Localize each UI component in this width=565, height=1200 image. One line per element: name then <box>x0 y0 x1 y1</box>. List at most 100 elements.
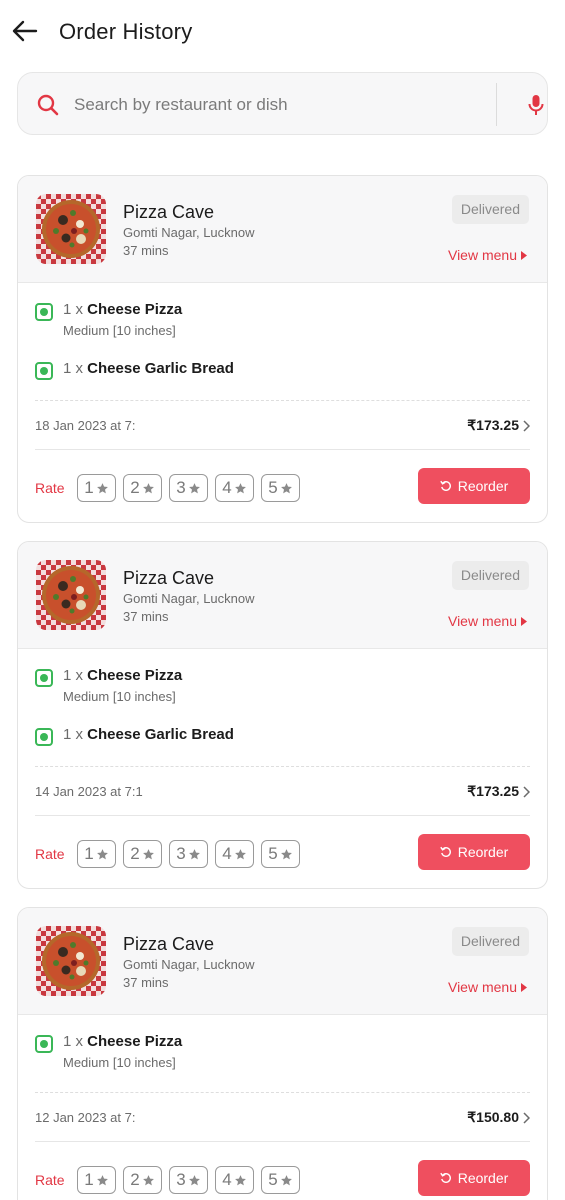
search-input[interactable] <box>74 91 484 119</box>
order-total[interactable]: ₹150.80 <box>467 1109 530 1126</box>
mic-icon[interactable] <box>527 94 545 116</box>
item-line: 1 x Cheese Pizza <box>63 301 530 318</box>
item-quantity: 1 x <box>63 360 84 377</box>
restaurant-header[interactable]: Pizza Cave Gomti Nagar, Lucknow 37 mins … <box>18 908 547 1015</box>
chevron-right-icon <box>523 785 530 798</box>
rating-button-5[interactable]: 5 <box>261 1166 300 1194</box>
search-bar[interactable] <box>17 72 548 135</box>
rating-number: 4 <box>222 478 232 497</box>
order-items: 1 x Cheese Pizza Medium [10 inches] <box>18 1015 547 1070</box>
order-item: 1 x Cheese Garlic Bread <box>35 726 530 748</box>
status-badge: Delivered <box>451 561 529 590</box>
rating-number: 1 <box>84 478 94 497</box>
item-variant: Medium [10 inches] <box>63 689 176 704</box>
view-menu-link[interactable]: View menu <box>448 247 527 263</box>
back-arrow-icon[interactable] <box>10 16 40 46</box>
order-total[interactable]: ₹173.25 <box>467 417 530 434</box>
caret-right-icon <box>521 982 527 992</box>
order-date: 18 Jan 2023 at 7: <box>35 418 136 433</box>
rating-buttons: 1 2 3 4 5 <box>77 840 300 868</box>
reorder-icon <box>439 480 451 491</box>
rating-button-5[interactable]: 5 <box>261 840 300 868</box>
order-summary-row[interactable]: 14 Jan 2023 at 7:1 ₹173.25 <box>35 767 530 816</box>
reorder-button[interactable]: Reorder <box>418 468 530 504</box>
restaurant-thumbnail <box>36 194 106 264</box>
star-icon <box>188 482 200 493</box>
reorder-label: Reorder <box>457 1170 509 1186</box>
restaurant-name: Pizza Cave <box>123 202 215 222</box>
rating-button-4[interactable]: 4 <box>215 1166 254 1194</box>
rating-buttons: 1 2 3 4 5 <box>77 474 300 502</box>
reorder-button[interactable]: Reorder <box>418 1160 530 1196</box>
rating-number: 3 <box>176 1170 186 1189</box>
order-items: 1 x Cheese Pizza Medium [10 inches] 1 x Ch… <box>18 649 547 748</box>
restaurant-location: Gomti Nagar, Lucknow <box>123 957 255 972</box>
caret-right-icon <box>521 250 527 260</box>
delivery-time: 37 mins <box>123 609 169 624</box>
rating-button-2[interactable]: 2 <box>123 840 162 868</box>
rating-button-1[interactable]: 1 <box>77 840 116 868</box>
search-icon <box>37 94 59 116</box>
restaurant-thumbnail <box>36 560 106 630</box>
order-date: 12 Jan 2023 at 7: <box>35 1110 136 1125</box>
star-icon <box>96 1174 108 1185</box>
chevron-right-icon <box>523 1111 530 1124</box>
rating-number: 2 <box>130 1170 140 1189</box>
page-title: Order History <box>59 19 193 44</box>
order-total[interactable]: ₹173.25 <box>467 783 530 800</box>
item-quantity: 1 x <box>63 726 84 743</box>
order-item: 1 x Cheese Pizza Medium [10 inches] <box>35 1033 530 1070</box>
rating-button-3[interactable]: 3 <box>169 474 208 502</box>
star-icon <box>188 1174 200 1185</box>
rating-button-4[interactable]: 4 <box>215 840 254 868</box>
rating-buttons: 1 2 3 4 5 <box>77 1166 300 1194</box>
view-menu-link[interactable]: View menu <box>448 979 527 995</box>
view-menu-link[interactable]: View menu <box>448 613 527 629</box>
order-total-value: ₹150.80 <box>467 1109 519 1125</box>
item-variant: Medium [10 inches] <box>63 323 176 338</box>
star-icon <box>96 848 108 859</box>
star-icon <box>96 482 108 493</box>
item-quantity: 1 x <box>63 1033 84 1050</box>
order-summary-row[interactable]: 12 Jan 2023 at 7: ₹150.80 <box>35 1093 530 1142</box>
restaurant-location: Gomti Nagar, Lucknow <box>123 591 255 606</box>
rating-number: 1 <box>84 844 94 863</box>
star-icon <box>280 1174 292 1185</box>
order-item: 1 x Cheese Pizza Medium [10 inches] <box>35 301 530 338</box>
rate-label: Rate <box>35 1172 65 1188</box>
rating-number: 3 <box>176 478 186 497</box>
order-card: Pizza Cave Gomti Nagar, Lucknow 37 mins … <box>17 907 548 1200</box>
rating-button-4[interactable]: 4 <box>215 474 254 502</box>
veg-icon <box>35 362 53 380</box>
order-items: 1 x Cheese Pizza Medium [10 inches] 1 x Ch… <box>18 283 547 382</box>
rating-button-1[interactable]: 1 <box>77 474 116 502</box>
delivery-time: 37 mins <box>123 243 169 258</box>
rating-button-2[interactable]: 2 <box>123 474 162 502</box>
view-menu-label: View menu <box>447 979 517 995</box>
rating-number: 5 <box>268 478 278 497</box>
restaurant-header[interactable]: Pizza Cave Gomti Nagar, Lucknow 37 mins … <box>18 176 547 283</box>
star-icon <box>142 482 154 493</box>
restaurant-header[interactable]: Pizza Cave Gomti Nagar, Lucknow 37 mins … <box>18 542 547 649</box>
rating-button-2[interactable]: 2 <box>123 1166 162 1194</box>
veg-icon <box>35 303 53 321</box>
rating-button-3[interactable]: 3 <box>169 840 208 868</box>
rating-button-3[interactable]: 3 <box>169 1166 208 1194</box>
item-line: 1 x Cheese Garlic Bread <box>63 360 530 377</box>
search-divider <box>496 83 497 126</box>
reorder-button[interactable]: Reorder <box>418 834 530 870</box>
item-quantity: 1 x <box>63 667 84 684</box>
star-icon <box>188 848 200 859</box>
order-summary-row[interactable]: 18 Jan 2023 at 7: ₹173.25 <box>35 401 530 450</box>
rating-number: 2 <box>130 844 140 863</box>
rating-row: Rate 1 2 3 4 5 Reorder <box>18 450 547 522</box>
view-menu-label: View menu <box>447 613 517 629</box>
star-icon <box>142 848 154 859</box>
rating-button-5[interactable]: 5 <box>261 474 300 502</box>
app-header: Order History <box>0 0 565 64</box>
rating-button-1[interactable]: 1 <box>77 1166 116 1194</box>
star-icon <box>142 1174 154 1185</box>
back-button[interactable] <box>10 16 40 46</box>
reorder-label: Reorder <box>457 478 509 494</box>
rating-number: 4 <box>222 844 232 863</box>
